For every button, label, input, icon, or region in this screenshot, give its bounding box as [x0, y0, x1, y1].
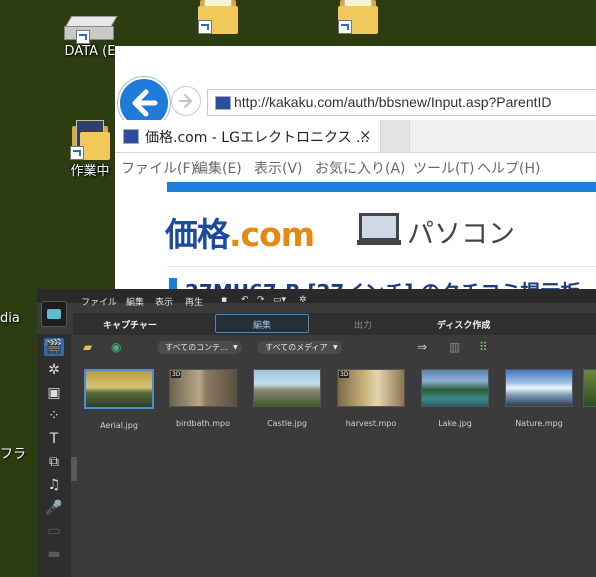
transition-room-icon[interactable]: ⧉: [44, 453, 64, 471]
thumbnail-image: 3D: [169, 369, 237, 407]
browser-menu-bar: ファイル(F) 編集(E) 表示(V) お気に入り(A) ツール(T) ヘルプ(…: [115, 153, 596, 181]
tab-strip: 価格.com - LGエレクトロニクス ... ×: [115, 120, 596, 153]
thumbnail-caption: Nature.mpg: [515, 419, 563, 428]
page-header-bar: [167, 182, 596, 192]
arrow-right-icon: [179, 94, 193, 108]
thumbnail-caption: Castle.jpg: [267, 419, 307, 428]
menu-file[interactable]: ファイル(F): [121, 158, 196, 178]
desktop-icon-folder-2[interactable]: [318, 0, 398, 34]
3d-badge: 3D: [171, 371, 182, 378]
menu-help[interactable]: ヘルプ(H): [477, 158, 540, 178]
tab-edit-label: 編集: [253, 321, 272, 331]
gear-icon[interactable]: ✲: [299, 295, 309, 305]
editor-title-bar: [37, 289, 596, 303]
audio-library-icon[interactable]: ▥: [449, 340, 465, 354]
menu-favorites[interactable]: お気に入り(A): [315, 158, 406, 178]
thumbnail-image: [505, 369, 573, 407]
thumbnail-image: 3D: [337, 369, 405, 407]
app-logo-icon: [41, 301, 67, 327]
media-thumbnail[interactable]: Aerial.jpg: [79, 369, 159, 430]
undo-icon[interactable]: ↶: [241, 295, 251, 305]
new-tab-button[interactable]: [381, 120, 410, 152]
menu-edit[interactable]: 編集(E): [194, 158, 242, 178]
divider: [167, 266, 596, 267]
drive-icon: [62, 8, 118, 44]
editor-menu-edit[interactable]: 編集: [126, 295, 144, 308]
thumbnail-image: [421, 369, 489, 407]
thumbnail-image: [84, 369, 154, 409]
voice-over-icon: 🎤: [45, 500, 63, 516]
chapter-icon: ▭: [47, 523, 61, 539]
thumbnail-caption: Lake.jpg: [438, 419, 472, 428]
media-thumbnail[interactable]: 3D harvest.mpo: [331, 369, 411, 428]
tab-produce[interactable]: 出力: [354, 318, 372, 331]
editor-menu-play[interactable]: 再生: [185, 295, 203, 308]
import-media-icon[interactable]: ⇒: [417, 340, 433, 354]
tab-create-disc[interactable]: ディスク作成: [437, 318, 490, 331]
media-room-icon[interactable]: 🎬: [44, 338, 64, 356]
folder-icon: [66, 120, 114, 160]
thumbnail-caption: Aerial.jpg: [100, 421, 138, 430]
import-folder-icon[interactable]: ▰: [83, 340, 99, 354]
address-bar[interactable]: http://kakaku.com/auth/bbsnew/Input.asp?…: [207, 89, 596, 116]
forward-button[interactable]: [171, 86, 201, 116]
folder-icon: [334, 0, 382, 34]
menu-tools[interactable]: ツール(T): [413, 158, 474, 178]
menu-view[interactable]: 表示(V): [254, 158, 303, 178]
site-favicon-icon: [215, 96, 231, 110]
thumbnail-caption: birdbath.mpo: [175, 419, 231, 428]
pc-icon: [357, 213, 401, 245]
url-text: http://kakaku.com/auth/bbsnew/Input.asp?…: [234, 94, 552, 110]
folder-icon: [194, 0, 242, 34]
close-icon[interactable]: ×: [359, 126, 372, 144]
fx-room-icon[interactable]: ✲: [44, 361, 64, 379]
desktop-side-label: dia: [0, 311, 20, 326]
media-thumbnail-partial[interactable]: [583, 369, 596, 407]
thumbnail-image: [583, 369, 596, 407]
library-toolbar: ▰ ◉ すべてのコンテ... すべてのメディア ⇒ ▥ ⠿: [77, 335, 596, 357]
tab-capture[interactable]: キャプチャー: [103, 318, 157, 331]
browser-window: http://kakaku.com/auth/bbsnew/Input.asp?…: [115, 46, 596, 296]
media-thumbnail[interactable]: Lake.jpg: [415, 369, 495, 428]
tab-title: 価格.com - LGエレクトロニクス ...: [145, 130, 370, 146]
3d-badge: 3D: [339, 371, 350, 378]
thumbnail-image: [253, 369, 321, 407]
logo-com-text: .com: [229, 215, 315, 254]
browser-tab[interactable]: 価格.com - LGエレクトロニクス ... ×: [115, 120, 381, 152]
editor-menu-view[interactable]: 表示: [155, 295, 173, 308]
save-icon[interactable]: ▪: [221, 295, 231, 305]
media-filter-dropdown[interactable]: すべてのメディア: [257, 341, 342, 354]
particle-room-icon[interactable]: ⁘: [44, 407, 64, 425]
media-thumbnail[interactable]: Nature.mpg: [499, 369, 579, 428]
subtitle-icon: ▬: [47, 546, 61, 562]
room-sidebar: 🎬 ✲ ▣ ⁘ T ⧉ ♫ 🎤 ▭ ▬: [37, 334, 71, 577]
download-media-icon[interactable]: ◉: [111, 340, 127, 354]
desktop-side-label: フラ: [0, 447, 27, 462]
title-room-icon[interactable]: T: [44, 430, 64, 448]
grid-view-icon[interactable]: ⠿: [479, 340, 495, 354]
mode-bar: キャプチャー 編集 出力 ディスク作成: [73, 313, 596, 335]
pip-room-icon[interactable]: ▣: [44, 384, 64, 402]
thumbnail-caption: harvest.mpo: [345, 419, 397, 428]
audio-mixing-icon[interactable]: ♫: [44, 476, 64, 494]
tab-favicon-icon: [123, 129, 139, 144]
editor-menu-file[interactable]: ファイル: [81, 295, 117, 308]
desktop-icon-folder-1[interactable]: [178, 0, 258, 34]
media-thumbnail[interactable]: Castle.jpg: [247, 369, 327, 428]
tab-edit[interactable]: 編集: [215, 314, 309, 333]
section-title: パソコン: [407, 219, 515, 250]
media-library: Aerial.jpg 3D birdbath.mpo Castle.jpg 3D…: [77, 361, 596, 577]
redo-icon[interactable]: ↷: [257, 295, 267, 305]
site-logo[interactable]: 価格.com: [165, 208, 315, 256]
logo-main-text: 価格: [165, 215, 230, 254]
display-mode-icon[interactable]: ▭▾: [273, 295, 291, 305]
editor-window: ファイル 編集 表示 再生 ▪ ↶ ↷ ▭▾ ✲ キャプチャー 編集 出力 ディ…: [37, 289, 596, 577]
browser-nav-bar: http://kakaku.com/auth/bbsnew/Input.asp?…: [115, 46, 596, 129]
media-thumbnail[interactable]: 3D birdbath.mpo: [163, 369, 243, 428]
content-filter-dropdown[interactable]: すべてのコンテ...: [157, 341, 242, 354]
